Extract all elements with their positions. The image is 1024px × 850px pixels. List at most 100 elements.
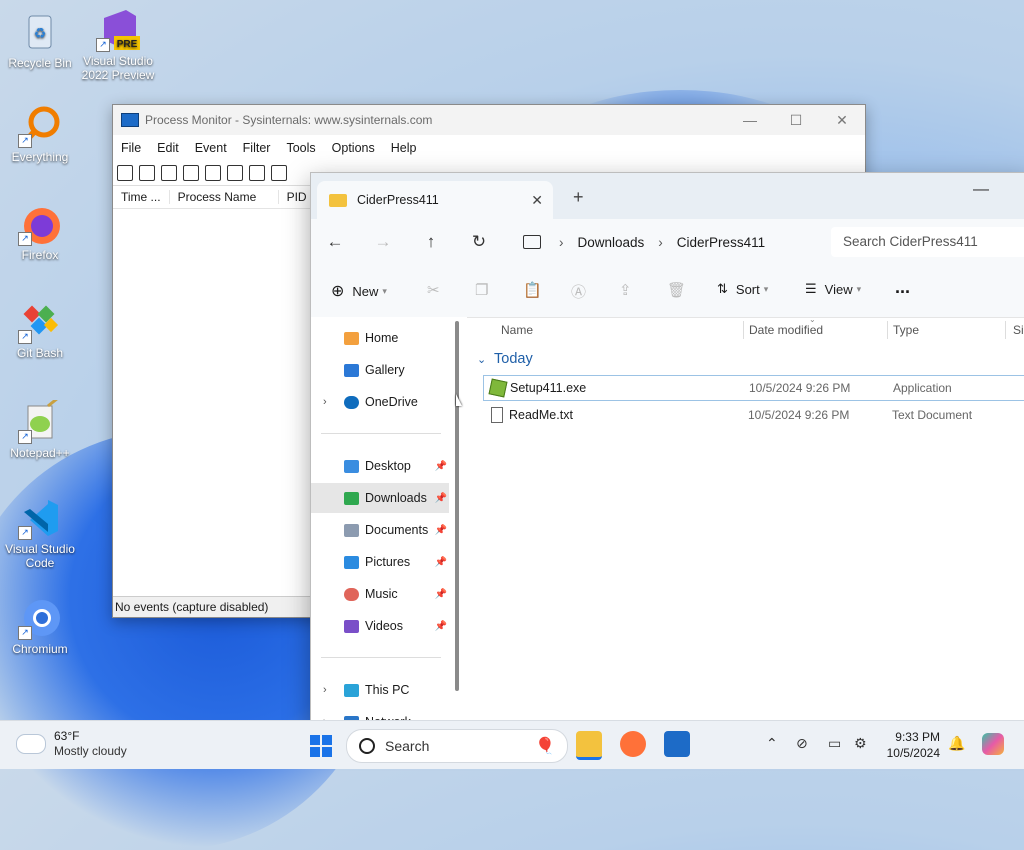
target-icon[interactable] xyxy=(271,165,287,181)
filter-icon[interactable] xyxy=(227,165,243,181)
breadcrumb-ciderpress[interactable]: CiderPress411 xyxy=(677,235,765,250)
column-process-name[interactable]: Process Name xyxy=(170,190,279,204)
desktop-icon-everything[interactable]: ↗ Everything xyxy=(0,104,80,164)
open-icon[interactable] xyxy=(117,165,133,181)
autoscroll-icon[interactable] xyxy=(183,165,199,181)
desktop-icon-git-bash[interactable]: ↗ Git Bash xyxy=(0,300,80,360)
cut-icon[interactable]: ✂ xyxy=(427,281,440,299)
pin-icon[interactable]: 📌 xyxy=(435,461,447,472)
menu-help[interactable]: Help xyxy=(383,141,425,155)
nav-item-pictures[interactable]: Pictures 📌 xyxy=(311,547,449,577)
save-icon[interactable] xyxy=(139,165,155,181)
nav-scrollbar[interactable] xyxy=(455,321,459,691)
column-size[interactable]: Siz xyxy=(1013,323,1024,337)
rename-icon[interactable]: Ⓐ xyxy=(571,281,586,302)
procmon-app-icon xyxy=(121,113,139,127)
group-header-today[interactable]: ⌄ Today xyxy=(477,351,533,367)
refresh-icon[interactable]: ↻ xyxy=(455,232,503,252)
column-type[interactable]: Type xyxy=(893,323,919,337)
menu-file[interactable]: File xyxy=(113,141,149,155)
highlight-icon[interactable] xyxy=(249,165,265,181)
nav-divider xyxy=(321,433,441,434)
back-icon[interactable]: ← xyxy=(311,232,359,252)
chevron-right-icon[interactable]: › xyxy=(323,396,327,408)
nav-item-gallery[interactable]: Gallery xyxy=(311,355,449,385)
delete-icon[interactable]: 🗑 xyxy=(667,281,686,299)
column-date-modified[interactable]: Date modified xyxy=(749,323,823,337)
weather-temp: 63°F xyxy=(54,729,80,743)
desktop-icon-firefox[interactable]: ↗ Firefox xyxy=(0,202,80,262)
pin-icon[interactable]: 📌 xyxy=(435,557,447,568)
network-off-icon[interactable]: ⊘ xyxy=(796,735,808,752)
menu-filter[interactable]: Filter xyxy=(235,141,279,155)
more-options-button[interactable]: ... xyxy=(895,277,910,298)
minimize-icon[interactable]: — xyxy=(973,181,989,199)
sort-button[interactable]: ⇅ Sort ▾ xyxy=(717,281,768,297)
shortcut-arrow-icon: ↗ xyxy=(18,626,32,640)
menu-options[interactable]: Options xyxy=(324,141,383,155)
windows-logo-icon xyxy=(310,735,320,745)
new-tab-icon[interactable]: + xyxy=(573,187,584,208)
copilot-icon[interactable] xyxy=(982,733,1004,755)
maximize-icon[interactable]: ☐ xyxy=(773,105,819,135)
pin-icon[interactable]: 📌 xyxy=(435,493,447,504)
recycle-bin-icon: ♻ xyxy=(18,10,62,54)
clear-icon[interactable] xyxy=(205,165,221,181)
pin-icon[interactable]: 📌 xyxy=(435,525,447,536)
start-button[interactable] xyxy=(310,735,332,757)
menu-tools[interactable]: Tools xyxy=(278,141,323,155)
desktop-icon-vscode[interactable]: ↗ Visual Studio Code xyxy=(0,496,80,570)
chevron-right-icon[interactable]: › xyxy=(323,684,327,696)
menu-event[interactable]: Event xyxy=(187,141,235,155)
close-tab-icon[interactable]: ✕ xyxy=(531,192,543,209)
everything-search-icon: ↗ xyxy=(18,104,62,148)
nav-item-videos[interactable]: Videos 📌 xyxy=(311,611,449,641)
nav-item-documents[interactable]: Documents 📌 xyxy=(311,515,449,545)
file-row[interactable]: ReadMe.txt 10/5/2024 9:26 PM Text Docume… xyxy=(483,403,1024,427)
nav-item-desktop[interactable]: Desktop 📌 xyxy=(311,451,449,481)
nav-item-home[interactable]: Home xyxy=(311,323,449,353)
process-monitor-taskbar-icon[interactable] xyxy=(664,731,690,757)
breadcrumb[interactable]: › Downloads › CiderPress411 xyxy=(523,219,765,265)
nav-item-this-pc[interactable]: › This PC xyxy=(311,675,449,705)
capture-icon[interactable] xyxy=(161,165,177,181)
notification-bell-icon[interactable]: 🔔 xyxy=(948,735,965,752)
explorer-tab[interactable]: CiderPress411 ✕ xyxy=(317,181,553,219)
clock[interactable]: 9:33 PM 10/5/2024 xyxy=(880,729,940,761)
paste-icon[interactable]: 📋 xyxy=(523,281,542,299)
chevron-up-icon[interactable]: ⌃ xyxy=(766,735,778,752)
file-row[interactable]: Setup411.exe 10/5/2024 9:26 PM Applicati… xyxy=(483,375,1024,401)
copy-icon[interactable]: ❐ xyxy=(475,281,488,299)
pin-icon[interactable]: 📌 xyxy=(435,589,447,600)
nav-item-onedrive[interactable]: › OneDrive xyxy=(311,387,449,417)
file-explorer-window[interactable]: CiderPress411 ✕ + — ← → ↑ ↻ › Downloads … xyxy=(310,172,1024,734)
share-icon[interactable]: ⇪ xyxy=(619,281,632,299)
minimize-icon[interactable]: — xyxy=(727,105,773,135)
desktop-icon-recycle-bin[interactable]: ♻ Recycle Bin xyxy=(0,10,80,70)
firefox-taskbar-icon[interactable] xyxy=(620,731,646,757)
forward-icon[interactable]: → xyxy=(359,232,407,252)
desktop-icon-notepadpp[interactable]: ↗ Notepad++ xyxy=(0,396,80,460)
nav-item-downloads[interactable]: Downloads 📌 xyxy=(311,483,449,513)
nav-item-music[interactable]: Music 📌 xyxy=(311,579,449,609)
procmon-title: Process Monitor - Sysinternals: www.sysi… xyxy=(145,113,433,127)
search-input[interactable]: Search CiderPress411 xyxy=(831,227,1024,257)
close-icon[interactable]: ✕ xyxy=(819,105,865,135)
file-explorer-taskbar-icon[interactable] xyxy=(576,731,602,760)
breadcrumb-downloads[interactable]: Downloads xyxy=(578,235,645,250)
nav-label: Downloads xyxy=(365,491,427,505)
taskbar-search[interactable]: Search 🎈 xyxy=(346,729,568,763)
column-time[interactable]: Time ... xyxy=(113,190,170,204)
pin-icon[interactable]: 📌 xyxy=(435,621,447,632)
view-button[interactable]: ☰ View ▾ xyxy=(805,281,861,297)
new-button[interactable]: ⊕ New ▾ xyxy=(331,281,387,301)
accessibility-icon[interactable]: ⚙ xyxy=(854,735,867,752)
weather-widget[interactable]: 63°F Mostly cloudy xyxy=(16,729,127,759)
up-icon[interactable]: ↑ xyxy=(407,232,455,252)
display-icon[interactable]: ▭ xyxy=(828,735,841,752)
sort-icon: ⇅ xyxy=(717,281,728,296)
desktop-icon-chromium[interactable]: ↗ Chromium xyxy=(0,596,80,656)
column-name[interactable]: Name xyxy=(501,323,533,337)
desktop-icon-visual-studio[interactable]: PRE ↗ Visual Studio 2022 Preview xyxy=(78,8,158,82)
menu-edit[interactable]: Edit xyxy=(149,141,187,155)
